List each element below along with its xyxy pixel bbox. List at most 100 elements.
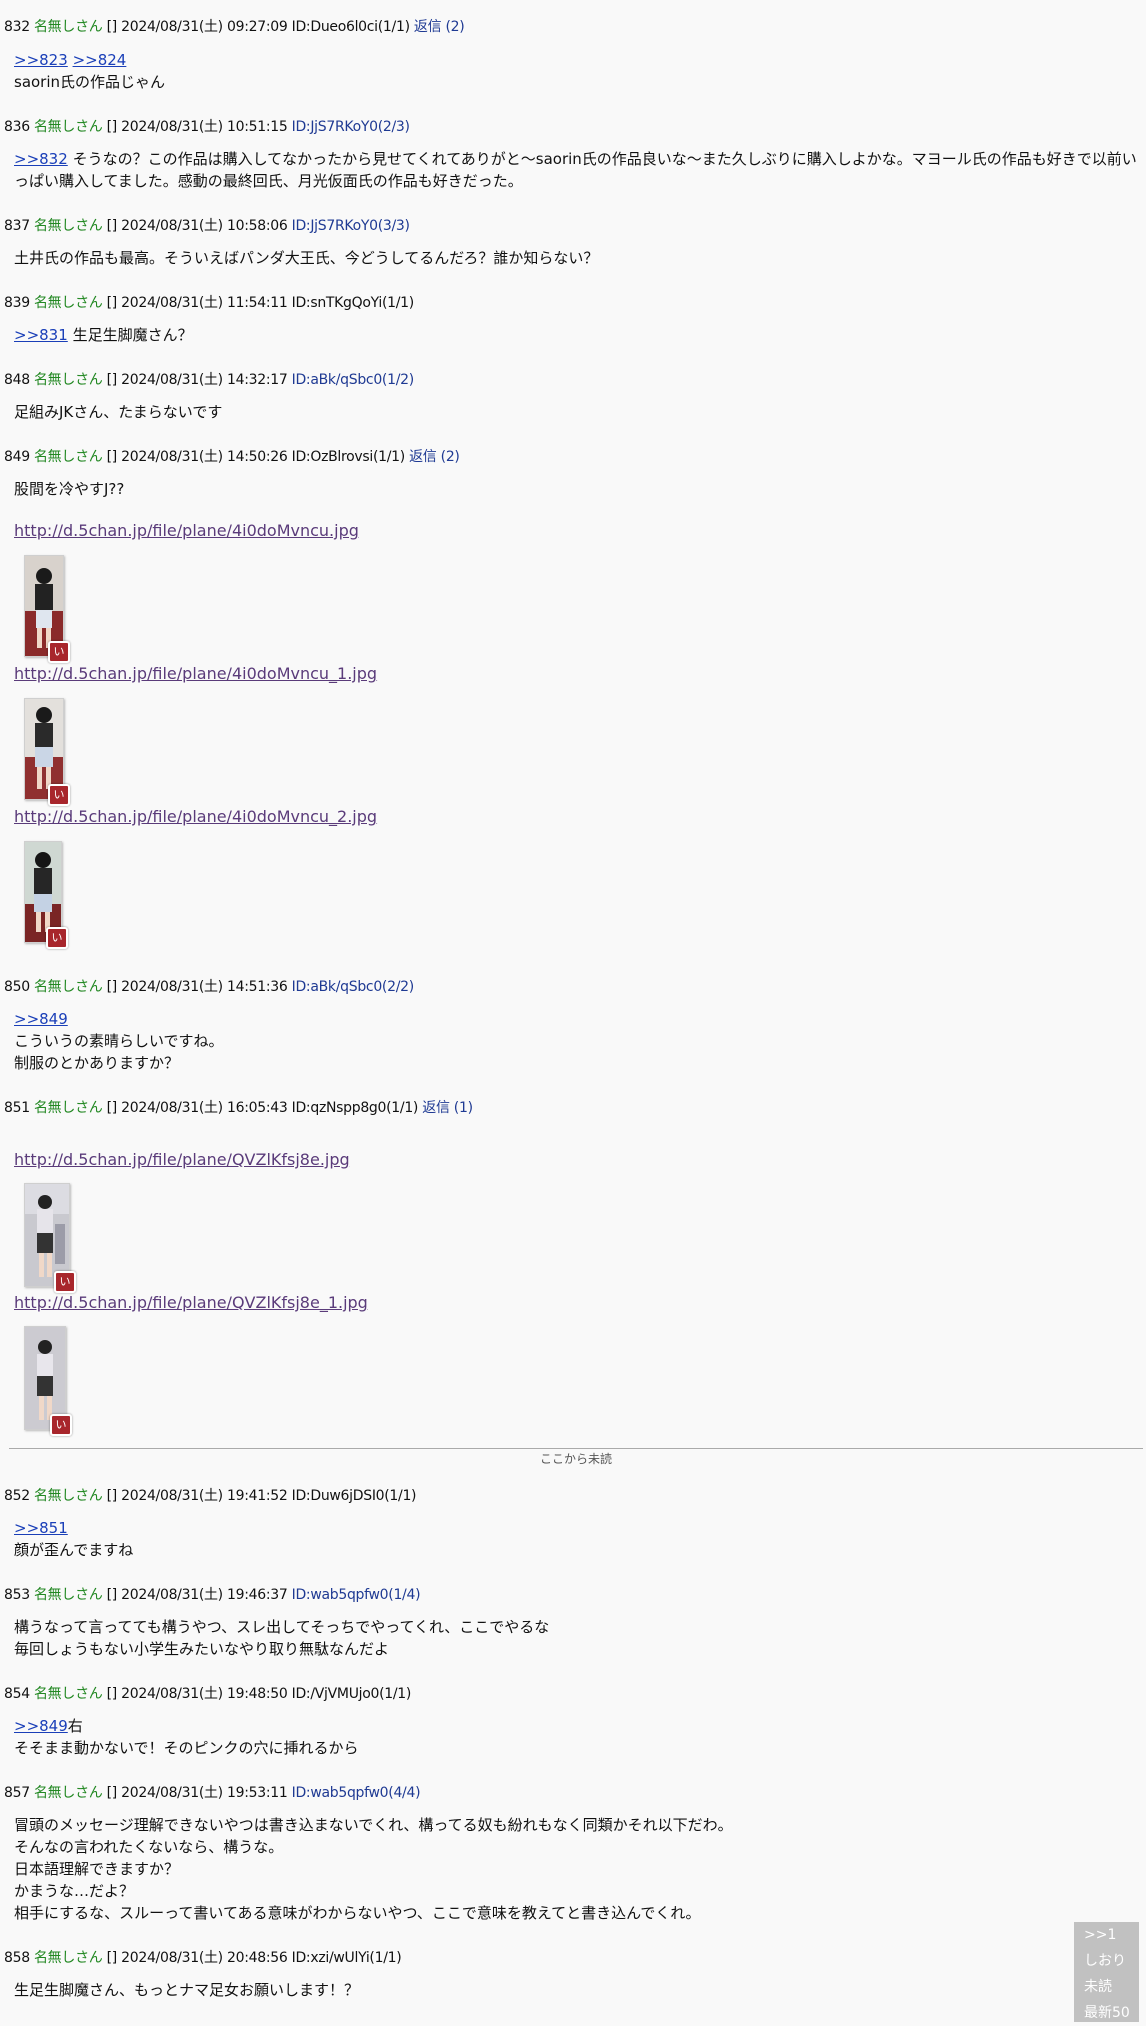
- image-url-link[interactable]: http://d.5chan.jp/file/plane/4i0doMvncu_…: [14, 807, 377, 826]
- poster-name: 名無しさん: [33, 1950, 103, 1966]
- image-thumbnail[interactable]: い: [24, 698, 70, 806]
- poster-name: 名無しさん: [33, 1488, 103, 1504]
- poster-name: 名無しさん: [33, 1686, 103, 1702]
- post-header: 852 名無しさん [] 2024/08/31(土) 19:41:52 ID:D…: [4, 1487, 417, 1505]
- mail-field: []: [106, 218, 118, 234]
- image-viewer-icon: い: [54, 1271, 76, 1293]
- unread-divider: [9, 1448, 1143, 1449]
- image-url-link[interactable]: http://d.5chan.jp/file/plane/QVZlKfsj8e.…: [14, 1150, 350, 1169]
- poster-id-link[interactable]: ID:wab5qpfw0(4/4): [292, 1785, 421, 1801]
- nav-bookmark[interactable]: しおり: [1074, 1948, 1139, 1974]
- mail-field: []: [106, 295, 118, 311]
- poster-id: ID:qzNspp8g0(1/1): [291, 1100, 419, 1116]
- image-url-link[interactable]: http://d.5chan.jp/file/plane/4i0doMvncu.…: [14, 521, 359, 540]
- post-header: 832 名無しさん [] 2024/08/31(土) 09:27:09 ID:D…: [4, 18, 465, 36]
- post-number[interactable]: 836: [4, 119, 30, 135]
- reply-count-link[interactable]: 返信 (2): [409, 449, 460, 465]
- mail-field: []: [106, 372, 118, 388]
- post-text: 足組みJKさん、たまらないです: [14, 403, 223, 421]
- nav-latest-50[interactable]: 最新50: [1074, 2000, 1139, 2026]
- post-date: 2024/08/31(土) 20:48:56: [121, 1950, 288, 1966]
- post-date: 2024/08/31(土) 19:41:52: [121, 1488, 288, 1504]
- image-viewer-icon: い: [48, 641, 70, 663]
- nav-unread[interactable]: 未読: [1074, 1974, 1139, 2000]
- image-thumbnail[interactable]: い: [24, 1326, 72, 1436]
- post-body: >>849 こういうの素晴らしいですね。 制服のとかありますか？: [14, 1008, 1136, 1074]
- poster-name: 名無しさん: [33, 1587, 103, 1603]
- anchor-link[interactable]: >>832: [14, 150, 68, 168]
- image-thumbnail[interactable]: い: [24, 555, 70, 663]
- post-text: 制服のとかありますか？: [14, 1054, 180, 1072]
- anchor-link[interactable]: >>824: [73, 51, 127, 69]
- anchor-link[interactable]: >>849: [14, 1010, 68, 1028]
- post-number[interactable]: 857: [4, 1785, 30, 1801]
- poster-id: ID:Dueo6l0ci(1/1): [291, 19, 410, 35]
- poster-name: 名無しさん: [33, 1785, 103, 1801]
- anchor-link[interactable]: >>849: [14, 1717, 68, 1735]
- anchor-link[interactable]: >>823: [14, 51, 68, 69]
- poster-id-link[interactable]: ID:JjS7RKoY0(2/3): [292, 119, 410, 135]
- post-date: 2024/08/31(土) 10:51:15: [121, 119, 288, 135]
- mail-field: []: [106, 1100, 118, 1116]
- post-number[interactable]: 849: [4, 449, 30, 465]
- poster-id-link[interactable]: ID:JjS7RKoY0(3/3): [292, 218, 410, 234]
- post-text: こういうの素晴らしいですね。: [14, 1032, 224, 1050]
- floating-nav: >>1 しおり 未読 最新50: [1074, 1922, 1139, 2022]
- image-url-link[interactable]: http://d.5chan.jp/file/plane/QVZlKfsj8e_…: [14, 1293, 368, 1312]
- image-viewer-icon: い: [50, 1414, 72, 1436]
- image-thumbnail[interactable]: い: [24, 841, 68, 949]
- post-body: 構うなって言ってても構うやつ、スレ出してそっちでやってくれ、ここでやるな 毎回し…: [14, 1616, 1136, 1660]
- post-text: そそまま動かないで！そのピンクの穴に挿れるから: [14, 1739, 359, 1757]
- post-text: 構うなって言ってても構うやつ、スレ出してそっちでやってくれ、ここでやるな: [14, 1618, 550, 1636]
- post-number[interactable]: 853: [4, 1587, 30, 1603]
- post-date: 2024/08/31(土) 14:51:36: [121, 979, 288, 995]
- post-text: 股間を冷やすJ??: [14, 480, 125, 498]
- mail-field: []: [106, 449, 118, 465]
- post-body: 生足生脚魔さん、もっとナマ足女お願いします！？: [14, 1979, 1136, 2001]
- post-number[interactable]: 837: [4, 218, 30, 234]
- post-text: かまうな…だよ？: [14, 1882, 135, 1900]
- poster-id-link[interactable]: ID:wab5qpfw0(1/4): [292, 1587, 421, 1603]
- post-header: 836 名無しさん [] 2024/08/31(土) 10:51:15 ID:J…: [4, 118, 410, 136]
- post-text: 生足生脚魔さん？: [72, 326, 193, 344]
- mail-field: []: [106, 119, 118, 135]
- mail-field: []: [106, 1587, 118, 1603]
- post-number[interactable]: 858: [4, 1950, 30, 1966]
- post-body: >>832 そうなの？この作品は購入してなかったから見せてくれてありがと〜sao…: [14, 148, 1137, 192]
- anchor-link[interactable]: >>831: [14, 326, 68, 344]
- post-date: 2024/08/31(土) 14:50:26: [121, 449, 288, 465]
- post-header: 857 名無しさん [] 2024/08/31(土) 19:53:11 ID:w…: [4, 1784, 421, 1802]
- post-header: 839 名無しさん [] 2024/08/31(土) 11:54:11 ID:s…: [4, 294, 414, 312]
- poster-name: 名無しさん: [33, 979, 103, 995]
- anchor-link[interactable]: >>851: [14, 1519, 68, 1537]
- post-body: 股間を冷やすJ??: [14, 478, 1136, 500]
- post-date: 2024/08/31(土) 19:46:37: [121, 1587, 288, 1603]
- poster-id: ID:xzi/wUlYi(1/1): [291, 1950, 402, 1966]
- image-url-link[interactable]: http://d.5chan.jp/file/plane/4i0doMvncu_…: [14, 664, 377, 683]
- image-thumbnail[interactable]: い: [24, 1183, 76, 1293]
- post-number[interactable]: 854: [4, 1686, 30, 1702]
- post-number[interactable]: 852: [4, 1488, 30, 1504]
- post-text: 日本語理解できますか？: [14, 1860, 180, 1878]
- post-text: 右: [67, 1717, 83, 1735]
- post-text: そうなの？この作品は購入してなかったから見せてくれてありがと〜saorin氏の作…: [72, 150, 1137, 168]
- poster-id-link[interactable]: ID:aBk/qSbc0(1/2): [292, 372, 415, 388]
- post-text: そんなの言われたくないなら、構うな。: [14, 1838, 284, 1856]
- post-body: >>823 >>824 saorin氏の作品じゃん: [14, 49, 1136, 93]
- post-number[interactable]: 851: [4, 1100, 30, 1116]
- post-number[interactable]: 850: [4, 979, 30, 995]
- post-number[interactable]: 848: [4, 372, 30, 388]
- image-viewer-icon: い: [48, 784, 70, 806]
- reply-count-link[interactable]: 返信 (1): [422, 1100, 473, 1116]
- post-text: っぱい購入してました。感動の最終回氏、月光仮面氏の作品も好きだった。: [14, 172, 523, 190]
- post-number[interactable]: 839: [4, 295, 30, 311]
- mail-field: []: [106, 1950, 118, 1966]
- post-body: 土井氏の作品も最高。そういえばパンダ大王氏、今どうしてるんだろ？誰か知らない？: [14, 247, 1136, 269]
- reply-count-link[interactable]: 返信 (2): [414, 19, 465, 35]
- poster-id: ID:/VjVMUjo0(1/1): [291, 1686, 412, 1702]
- post-number[interactable]: 832: [4, 19, 30, 35]
- post-header: 849 名無しさん [] 2024/08/31(土) 14:50:26 ID:O…: [4, 448, 460, 466]
- poster-name: 名無しさん: [33, 218, 103, 234]
- nav-first-post[interactable]: >>1: [1074, 1922, 1139, 1948]
- poster-id-link[interactable]: ID:aBk/qSbc0(2/2): [292, 979, 415, 995]
